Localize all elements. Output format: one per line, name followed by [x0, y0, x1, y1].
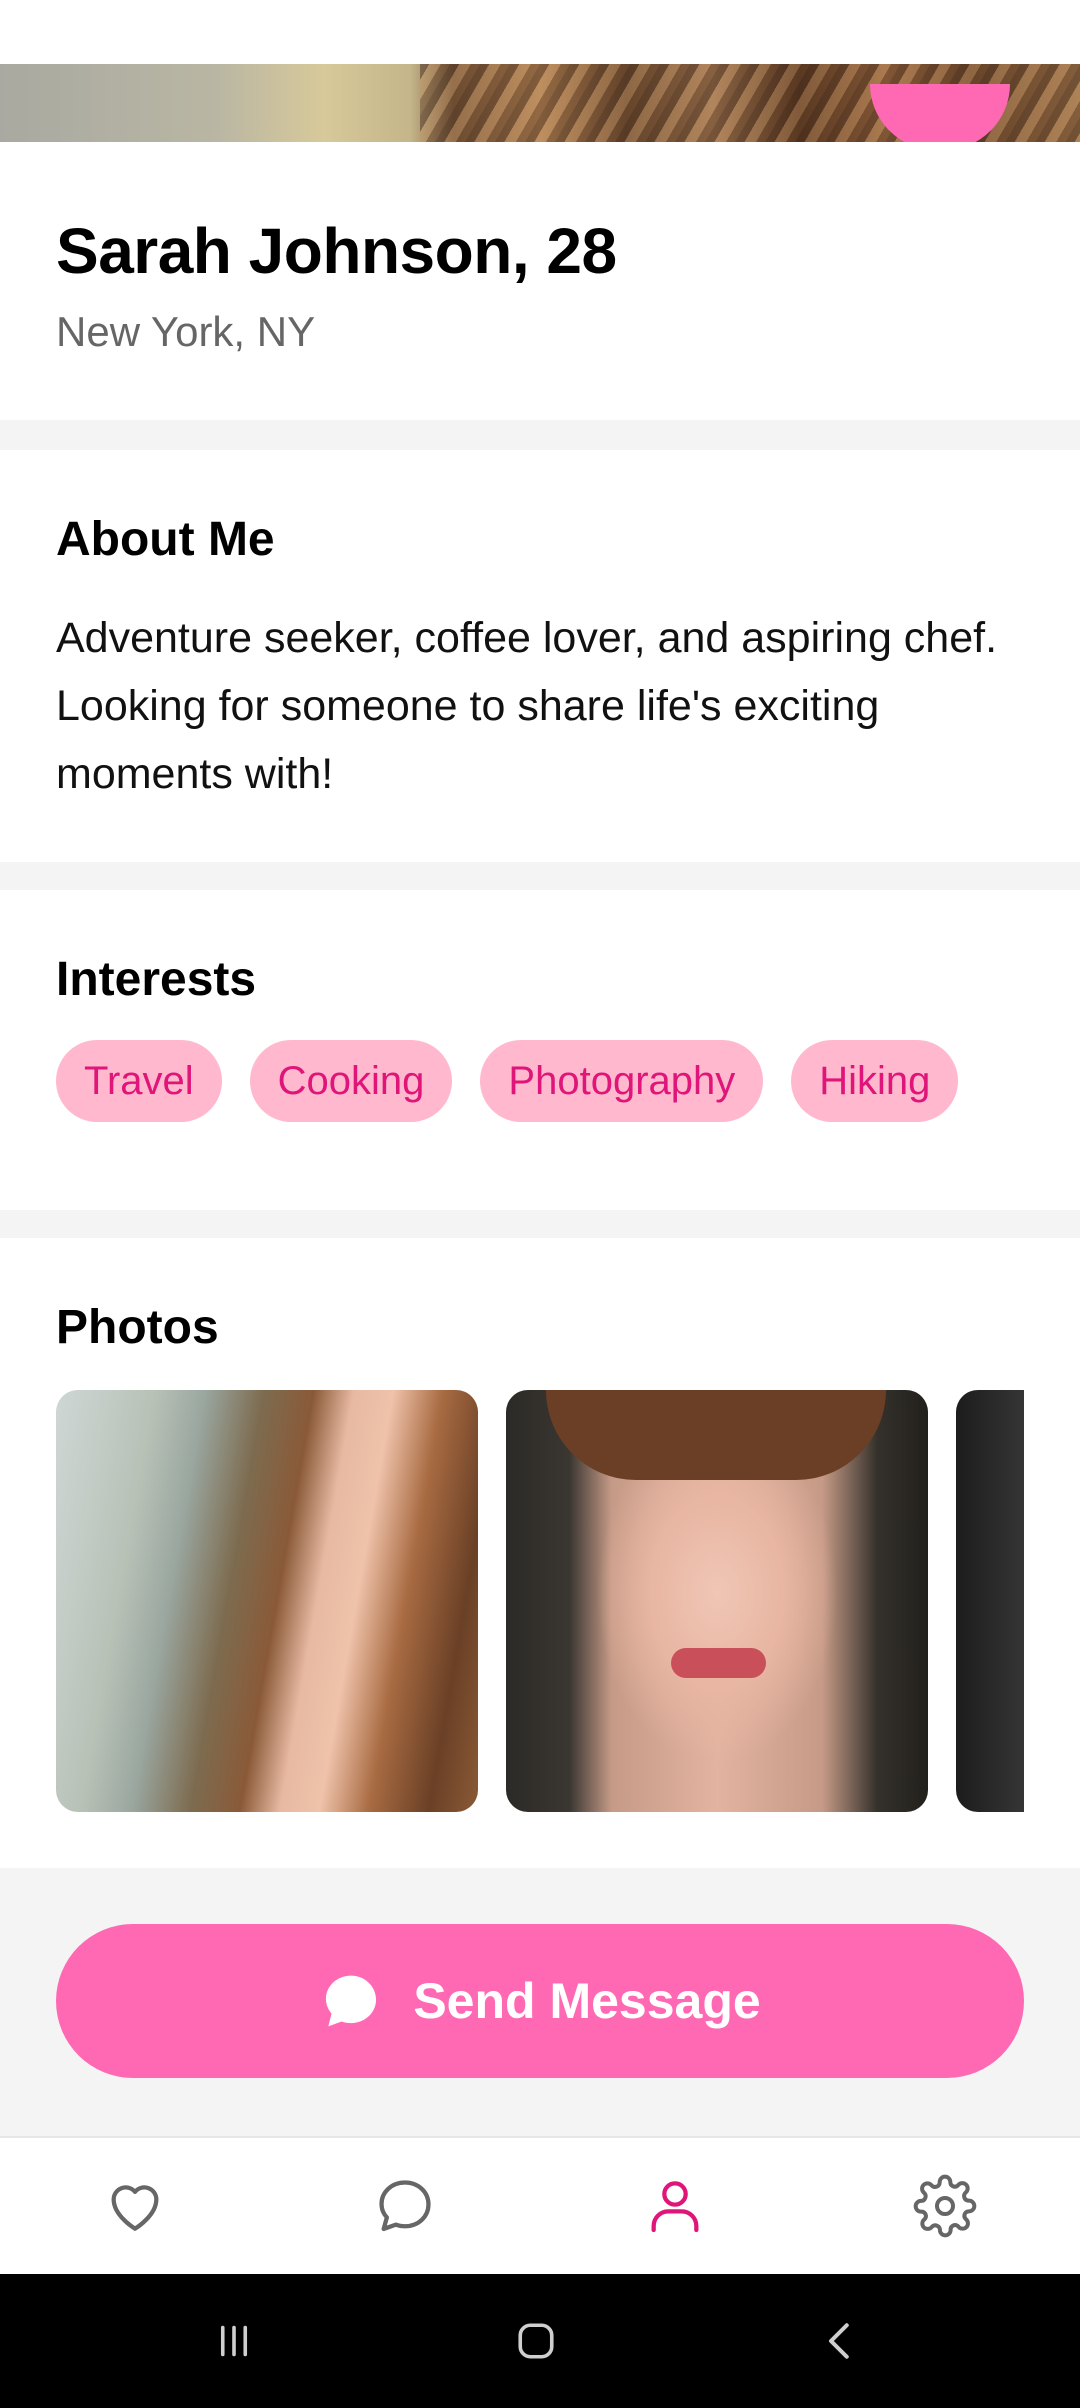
interest-chip-photography[interactable]: Photography	[480, 1040, 764, 1122]
nav-tab-profile[interactable]	[540, 2138, 810, 2274]
nav-tab-messages[interactable]	[270, 2138, 540, 2274]
nav-tab-settings[interactable]	[810, 2138, 1080, 2274]
heart-icon	[111, 2185, 159, 2231]
interest-chips: Travel Cooking Photography Hiking	[56, 1040, 959, 1122]
interests-title: Interests	[56, 953, 257, 1006]
about-section: About Me Adventure seeker, coffee lover,…	[0, 450, 1080, 862]
bottom-navigation	[0, 2136, 1080, 2274]
interest-chip-cooking[interactable]: Cooking	[249, 1040, 453, 1122]
gear-icon	[913, 2174, 977, 2238]
interest-chip-travel[interactable]: Travel	[56, 1040, 222, 1122]
profile-icon	[651, 2181, 699, 2233]
profile-location: New York, NY	[56, 308, 316, 355]
profile-photo-2[interactable]	[506, 1390, 928, 1812]
chat-bubble-icon	[326, 1975, 377, 2027]
interest-chip-hiking[interactable]: Hiking	[791, 1040, 959, 1122]
back-icon	[828, 2323, 849, 2359]
send-message-label: Send Message	[413, 1973, 761, 2029]
recent-apps-icon	[220, 2325, 248, 2357]
home-button[interactable]	[456, 2274, 616, 2408]
photos-section: Photos	[0, 1238, 1080, 1868]
action-bar: Send Message	[0, 1868, 1080, 2136]
chat-icon	[379, 2180, 431, 2232]
interests-section: Interests Travel Cooking Photography Hik…	[0, 890, 1080, 1210]
photos-title: Photos	[56, 1301, 219, 1354]
nav-tab-likes[interactable]	[0, 2138, 270, 2274]
home-icon	[518, 2323, 554, 2359]
about-text: Adventure seeker, coffee lover, and aspi…	[56, 614, 998, 798]
system-navigation-bar	[0, 2274, 1080, 2408]
profile-photo-1[interactable]	[56, 1390, 478, 1812]
profile-cover-photo	[0, 64, 1080, 142]
recent-apps-button[interactable]	[154, 2274, 314, 2408]
status-bar	[0, 0, 1080, 64]
send-message-button[interactable]: Send Message	[56, 1924, 1024, 2078]
profile-header: Sarah Johnson, 28 New York, NY	[0, 142, 1080, 420]
photo-carousel[interactable]	[56, 1390, 1024, 1812]
profile-photo-3[interactable]	[956, 1390, 1024, 1812]
back-button[interactable]	[760, 2274, 920, 2408]
about-title: About Me	[56, 513, 275, 566]
profile-name: Sarah Johnson, 28	[56, 215, 617, 287]
